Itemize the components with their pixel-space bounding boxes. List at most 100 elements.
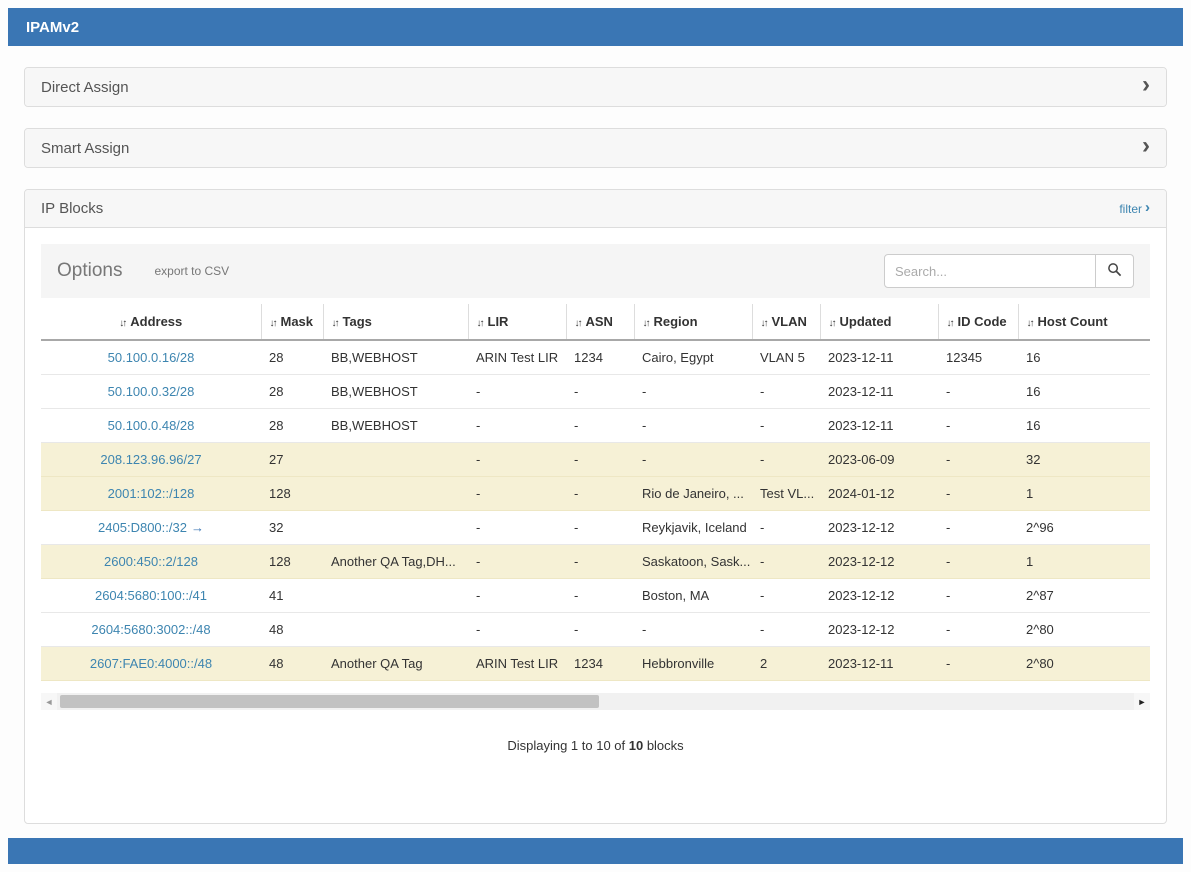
table-row: 2604:5680:3002::/4848----2023-12-12-2^80 (41, 613, 1150, 647)
cell: VLAN 5 (752, 340, 820, 375)
address-link[interactable]: 2607:FAE0:4000::/48 (90, 656, 212, 671)
sort-icon: ↓↑ (947, 318, 953, 329)
column-header-updated[interactable]: ↓↑Updated (820, 304, 938, 340)
filter-link[interactable]: filter › (1119, 200, 1150, 217)
cell: - (752, 579, 820, 613)
column-header-id-code[interactable]: ↓↑ID Code (938, 304, 1018, 340)
sort-icon: ↓↑ (575, 318, 581, 329)
cell: 28 (261, 340, 323, 375)
scrollbar-track[interactable] (57, 693, 1134, 710)
column-label: LIR (488, 314, 509, 329)
address-link[interactable]: 50.100.0.48/28 (108, 418, 195, 433)
address-link[interactable]: 50.100.0.32/28 (108, 384, 195, 399)
address-link[interactable]: 2604:5680:100::/41 (95, 588, 207, 603)
address-cell: 2604:5680:100::/41 (41, 579, 261, 613)
column-header-asn[interactable]: ↓↑ASN (566, 304, 634, 340)
direct-assign-panel: Direct Assign › (24, 67, 1167, 107)
cell: Saskatoon, Sask... (634, 545, 752, 579)
cell: 16 (1018, 409, 1150, 443)
sort-icon: ↓↑ (761, 318, 767, 329)
cell: 32 (1018, 443, 1150, 477)
cell: 1 (1018, 545, 1150, 579)
address-link[interactable]: 50.100.0.16/28 (108, 350, 195, 365)
cell: 28 (261, 409, 323, 443)
options-bar: Options export to CSV (41, 244, 1150, 298)
scrollbar-thumb[interactable] (60, 695, 599, 708)
cell: 2023-12-12 (820, 511, 938, 545)
pagination-suffix: blocks (643, 738, 683, 753)
cell: - (634, 375, 752, 409)
cell (323, 443, 468, 477)
cell (323, 511, 468, 545)
smart-assign-panel: Smart Assign › (24, 128, 1167, 168)
cell: - (468, 613, 566, 647)
cell: - (566, 409, 634, 443)
column-header-tags[interactable]: ↓↑Tags (323, 304, 468, 340)
cell: Hebbronville (634, 647, 752, 681)
table-row: 2607:FAE0:4000::/4848Another QA TagARIN … (41, 647, 1150, 681)
cell: 2^96 (1018, 511, 1150, 545)
cell: 48 (261, 647, 323, 681)
column-header-lir[interactable]: ↓↑ LIR (468, 304, 566, 340)
cell: - (752, 375, 820, 409)
address-link[interactable]: 208.123.96.96/27 (100, 452, 201, 467)
cell: - (634, 443, 752, 477)
table-header-row: ↓↑Address↓↑Mask↓↑Tags↓↑LIR↓↑ASN↓↑Region↓… (41, 304, 1150, 340)
pagination-total: 10 (629, 738, 643, 753)
sort-icon: ↓↑ (270, 318, 276, 329)
cell: - (468, 511, 566, 545)
cell (323, 477, 468, 511)
cell: - (566, 477, 634, 511)
address-link[interactable]: 2001:102::/128 (108, 486, 195, 501)
forward-arrow-icon: → (191, 520, 204, 535)
cell: 128 (261, 477, 323, 511)
ip-blocks-header[interactable]: IP Blocks filter › (25, 190, 1166, 228)
table-row: 50.100.0.48/2828BB,WEBHOST----2023-12-11… (41, 409, 1150, 443)
cell: - (938, 579, 1018, 613)
cell: 2024-01-12 (820, 477, 938, 511)
export-csv-link[interactable]: export to CSV (154, 264, 229, 278)
cell: 2^87 (1018, 579, 1150, 613)
address-link[interactable]: 2604:5680:3002::/48 (91, 622, 210, 637)
cell: - (566, 579, 634, 613)
address-link[interactable]: 2600:450::2/128 (104, 554, 198, 569)
smart-assign-label: Smart Assign (41, 140, 129, 157)
column-header-host-count[interactable]: ↓↑Host Count (1018, 304, 1150, 340)
address-link[interactable]: 2405:D800::/32 (98, 520, 187, 535)
search-input[interactable] (884, 254, 1096, 288)
cell: Rio de Janeiro, ... (634, 477, 752, 511)
cell: Another QA Tag,DH... (323, 545, 468, 579)
cell: 2023-12-12 (820, 579, 938, 613)
chevron-right-icon: › (1142, 73, 1150, 101)
column-header-address[interactable]: ↓↑Address (41, 304, 261, 340)
ip-blocks-table: ↓↑Address↓↑Mask↓↑Tags↓↑LIR↓↑ASN↓↑Region↓… (41, 304, 1150, 681)
cell: 2023-06-09 (820, 443, 938, 477)
scroll-left-button[interactable]: ◄ (41, 693, 57, 710)
column-label: Mask (281, 314, 314, 329)
address-cell: 50.100.0.48/28 (41, 409, 261, 443)
cell: 2023-12-11 (820, 375, 938, 409)
cell: 16 (1018, 375, 1150, 409)
ip-blocks-label: IP Blocks (41, 200, 103, 217)
cell: - (938, 409, 1018, 443)
column-header-vlan[interactable]: ↓↑VLAN (752, 304, 820, 340)
table-row: 50.100.0.32/2828BB,WEBHOST----2023-12-11… (41, 375, 1150, 409)
app-header: IPAMv2 (8, 8, 1183, 46)
cell: 2023-12-11 (820, 409, 938, 443)
sort-icon: ↓↑ (119, 318, 125, 329)
direct-assign-header[interactable]: Direct Assign › (25, 68, 1166, 106)
cell: 27 (261, 443, 323, 477)
cell: - (468, 477, 566, 511)
footer-bar (8, 838, 1183, 864)
column-label: Updated (840, 314, 892, 329)
address-cell: 50.100.0.16/28 (41, 340, 261, 375)
cell: - (468, 409, 566, 443)
column-header-region[interactable]: ↓↑Region (634, 304, 752, 340)
address-cell: 50.100.0.32/28 (41, 375, 261, 409)
cell: Another QA Tag (323, 647, 468, 681)
smart-assign-header[interactable]: Smart Assign › (25, 129, 1166, 167)
column-header-mask[interactable]: ↓↑ Mask (261, 304, 323, 340)
search-button[interactable] (1096, 254, 1134, 288)
scroll-right-button[interactable]: ► (1134, 693, 1150, 710)
sort-icon: ↓↑ (477, 318, 483, 329)
